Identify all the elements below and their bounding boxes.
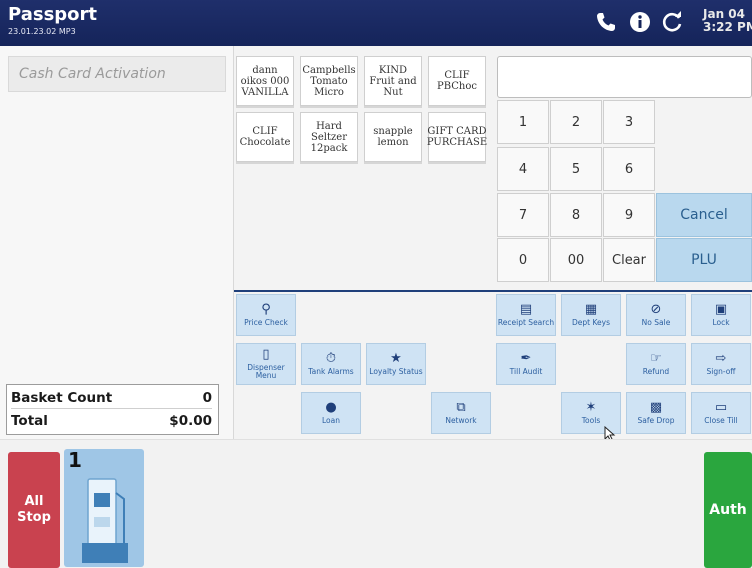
magnifier-icon: ⚲ (261, 302, 271, 317)
key-2[interactable]: 2 (550, 100, 602, 144)
network-label: Network (445, 416, 477, 425)
sign-off-label: Sign-off (706, 367, 736, 376)
refund-hand-icon: ☞ (650, 351, 662, 366)
refund-button[interactable]: ☞ Refund (626, 343, 686, 385)
key-6[interactable]: 6 (603, 147, 655, 191)
key-clear[interactable]: Clear (603, 238, 655, 282)
safe-icon: ▩ (649, 400, 663, 415)
close-till-button[interactable]: ▭ Close Till (691, 392, 751, 434)
app-title: Passport (8, 4, 98, 25)
refund-label: Refund (642, 367, 670, 376)
till-audit-label: Till Audit (509, 367, 543, 376)
drawer-icon: ▭ (714, 400, 728, 415)
app-version: 23.01.23.02 MP3 (8, 27, 76, 36)
dispenser-menu-label: Dispenser Menu (247, 363, 285, 380)
item-button[interactable]: CLIF Chocolate (236, 112, 294, 162)
item-button[interactable]: snapple lemon (364, 112, 422, 162)
piggy-bank-icon: ● (325, 400, 337, 415)
till-audit-button[interactable]: ✒ Till Audit (496, 343, 556, 385)
cancel-button[interactable]: Cancel (656, 193, 752, 237)
loan-label: Loan (322, 416, 340, 425)
item-button[interactable]: GIFT CARD PURCHASE (427, 112, 487, 162)
wrench-icon: ✶ (585, 400, 597, 415)
fuel-pump-icon (82, 478, 128, 563)
header-time: 3:22 PM (703, 20, 752, 34)
safe-drop-label: Safe Drop (637, 416, 675, 425)
alarm-clock-icon: ⏱ (325, 351, 337, 366)
prohibited-icon: ⊘ (650, 302, 662, 317)
star-icon: ★ (390, 351, 402, 366)
dispenser-menu-button[interactable]: ▯ Dispenser Menu (236, 343, 296, 385)
key-7[interactable]: 7 (497, 193, 549, 237)
section-divider (234, 290, 752, 292)
key-00[interactable]: 00 (550, 238, 602, 282)
fuel-dispenser-icon: ▯ (262, 347, 270, 362)
info-icon[interactable] (628, 10, 652, 34)
network-button[interactable]: ⧉ Network (431, 392, 491, 434)
item-button[interactable]: Hard Seltzer 12pack (300, 112, 358, 162)
key-8[interactable]: 8 (550, 193, 602, 237)
price-check-label: Price Check (244, 318, 288, 327)
price-check-button[interactable]: ⚲ Price Check (236, 294, 296, 336)
item-button[interactable]: KIND Fruit and Nut (364, 56, 422, 106)
sign-off-button[interactable]: ⇨ Sign-off (691, 343, 751, 385)
total-value: $0.00 (169, 413, 212, 429)
item-button[interactable]: CLIF PBChoc (428, 56, 486, 106)
basket-count-row: Basket Count 0 (11, 387, 212, 409)
tank-alarms-label: Tank Alarms (308, 367, 354, 376)
basket-count-value: 0 (202, 389, 212, 406)
refresh-icon[interactable] (660, 10, 684, 34)
phone-icon[interactable] (594, 10, 618, 34)
key-5[interactable]: 5 (550, 147, 602, 191)
close-till-label: Close Till (704, 416, 738, 425)
grid-icon: ▦ (584, 302, 598, 317)
lock-icon: ▣ (714, 302, 728, 317)
all-stop-button[interactable]: All Stop (8, 452, 60, 568)
total-row: Total $0.00 (11, 410, 212, 432)
transaction-line-item[interactable]: Cash Card Activation (8, 56, 226, 92)
pump-number: 1 (68, 448, 82, 472)
key-3[interactable]: 3 (603, 100, 655, 144)
receipt-search-label: Receipt Search (497, 318, 555, 327)
tools-label: Tools (581, 416, 601, 425)
satellite-icon: ⧉ (456, 400, 466, 415)
lock-button[interactable]: ▣ Lock (691, 294, 751, 336)
safe-drop-button[interactable]: ▩ Safe Drop (626, 392, 686, 434)
lock-label: Lock (712, 318, 730, 327)
key-0[interactable]: 0 (497, 238, 549, 282)
item-button[interactable]: dann oikos 000 VANILLA (236, 56, 294, 106)
receipt-icon: ▤ (519, 302, 533, 317)
totals-box: Basket Count 0 Total $0.00 (6, 384, 219, 435)
loan-button[interactable]: ● Loan (301, 392, 361, 434)
no-sale-label: No Sale (641, 318, 671, 327)
total-label: Total (11, 413, 48, 429)
no-sale-button[interactable]: ⊘ No Sale (626, 294, 686, 336)
key-1[interactable]: 1 (497, 100, 549, 144)
dept-keys-label: Dept Keys (572, 318, 610, 327)
key-9[interactable]: 9 (603, 193, 655, 237)
auth-button[interactable]: Auth (704, 452, 752, 568)
receipt-search-button[interactable]: ▤ Receipt Search (496, 294, 556, 336)
key-4[interactable]: 4 (497, 147, 549, 191)
header-datetime: Jan 04 3:22 PM (703, 8, 752, 34)
basket-count-label: Basket Count (11, 389, 113, 406)
pen-icon: ✒ (520, 351, 532, 366)
keypad-input-field[interactable] (497, 56, 752, 98)
tank-alarms-button[interactable]: ⏱ Tank Alarms (301, 343, 361, 385)
dept-keys-button[interactable]: ▦ Dept Keys (561, 294, 621, 336)
loyalty-status-button[interactable]: ★ Loyalty Status (366, 343, 426, 385)
sign-out-icon: ⇨ (715, 351, 727, 366)
transaction-panel (0, 46, 234, 439)
item-button[interactable]: Campbells Tomato Micro (300, 56, 358, 106)
loyalty-status-label: Loyalty Status (369, 367, 423, 376)
plu-button[interactable]: PLU (656, 238, 752, 282)
